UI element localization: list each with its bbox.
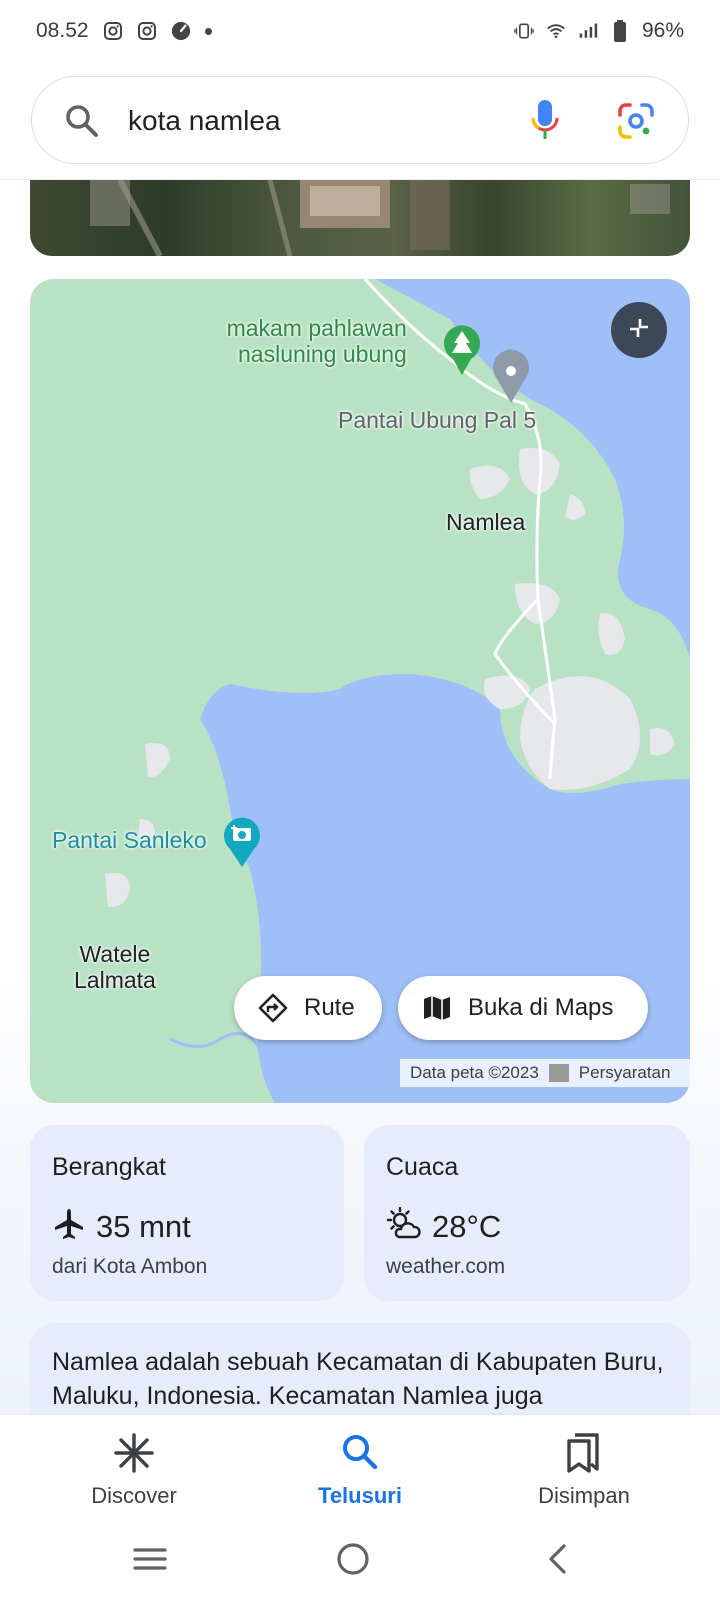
- search-header: kota namlea: [0, 62, 720, 180]
- map-label-village[interactable]: Watele Lalmata: [74, 941, 156, 993]
- search-bar[interactable]: kota namlea: [31, 76, 689, 164]
- asterisk-icon: [44, 1433, 224, 1473]
- system-navigation-bar: [0, 1525, 720, 1600]
- weather-title: Cuaca: [386, 1153, 459, 1181]
- mic-icon[interactable]: [530, 99, 560, 148]
- map-data-credit: Data peta ©2023: [410, 1063, 539, 1082]
- map-attribution: Data peta ©2023 Persyaratan: [400, 1059, 690, 1087]
- google-lens-icon[interactable]: [616, 101, 656, 146]
- notification-dot-icon: [204, 27, 212, 35]
- wifi-icon: [546, 21, 566, 41]
- battery-level: 96%: [641, 19, 684, 42]
- battery-icon: [610, 20, 630, 42]
- partly-cloudy-icon: [386, 1206, 422, 1246]
- bottom-navigation: Discover Telusuri Disimpan: [0, 1415, 720, 1525]
- nav-disimpan-label: Disimpan: [538, 1483, 630, 1508]
- map-label-beach-pin[interactable]: Pantai Ubung Pal 5: [338, 407, 536, 434]
- nav-disimpan[interactable]: Disimpan: [494, 1415, 674, 1525]
- aerial-photo[interactable]: [30, 180, 690, 256]
- status-time: 08.52: [36, 19, 89, 42]
- search-query[interactable]: kota namlea: [128, 77, 281, 165]
- airplane-icon: [52, 1207, 86, 1246]
- bookmarks-icon: [494, 1433, 674, 1473]
- home-button[interactable]: [335, 1541, 371, 1582]
- map-label-beach-photo[interactable]: Pantai Sanleko: [52, 827, 207, 854]
- weather-source[interactable]: weather.com: [386, 1255, 505, 1279]
- collapse-map-button[interactable]: [611, 302, 667, 358]
- route-label: Rute: [304, 994, 355, 1021]
- recents-button[interactable]: [132, 1541, 168, 1582]
- results-content[interactable]: makam pahlawan nasluning ubung Pantai Ub…: [0, 180, 720, 1415]
- depart-duration: 35 mnt: [96, 1208, 191, 1244]
- collapse-icon: [626, 315, 652, 346]
- weather-temperature: 28°C: [432, 1208, 502, 1244]
- directions-icon: [258, 993, 288, 1023]
- route-button[interactable]: Rute: [234, 976, 382, 1040]
- chevron-left-icon: [549, 1544, 566, 1574]
- village-label-line1: Watele: [79, 941, 151, 967]
- description-text: Namlea adalah sebuah Kecamatan di Kabupa…: [52, 1348, 664, 1410]
- nav-telusuri-label: Telusuri: [318, 1483, 402, 1508]
- search-icon: [270, 1433, 450, 1471]
- home-circle-icon: [337, 1543, 369, 1575]
- terms-link[interactable]: Persyaratan: [569, 1063, 681, 1083]
- nav-telusuri[interactable]: Telusuri: [270, 1415, 450, 1525]
- status-bar: 08.52 96%: [0, 0, 720, 62]
- depart-title: Berangkat: [52, 1153, 166, 1181]
- nav-discover-label: Discover: [91, 1483, 177, 1508]
- memorial-label-line2: nasluning ubung: [238, 341, 407, 367]
- description-card[interactable]: Namlea adalah sebuah Kecamatan di Kabupa…: [30, 1323, 690, 1415]
- search-icon: [64, 103, 100, 144]
- attribution-divider: [548, 1064, 569, 1082]
- menu-lines-icon: [133, 1548, 167, 1570]
- map-icon: [422, 993, 452, 1023]
- nav-discover[interactable]: Discover: [44, 1415, 224, 1525]
- instagram-icon: [103, 21, 123, 41]
- instagram-icon: [137, 21, 157, 41]
- village-label-line2: Lalmata: [74, 967, 156, 993]
- vibrate-icon: [514, 21, 534, 41]
- open-maps-button[interactable]: Buka di Maps: [398, 976, 648, 1040]
- open-maps-label: Buka di Maps: [468, 994, 614, 1021]
- speedometer-icon: [171, 21, 191, 41]
- depart-card[interactable]: Berangkat 35 mnt dari Kota Ambon: [30, 1125, 344, 1301]
- map-label-memorial[interactable]: makam pahlawan nasluning ubung: [226, 315, 407, 367]
- map-view[interactable]: makam pahlawan nasluning ubung Pantai Ub…: [30, 279, 690, 1103]
- weather-card[interactable]: Cuaca 28°C weather.com: [364, 1125, 690, 1301]
- map-label-town[interactable]: Namlea: [446, 509, 525, 536]
- back-button[interactable]: [540, 1541, 576, 1582]
- depart-origin: dari Kota Ambon: [52, 1255, 208, 1278]
- memorial-label-line1: makam pahlawan: [226, 315, 407, 341]
- signal-icon: [578, 21, 598, 41]
